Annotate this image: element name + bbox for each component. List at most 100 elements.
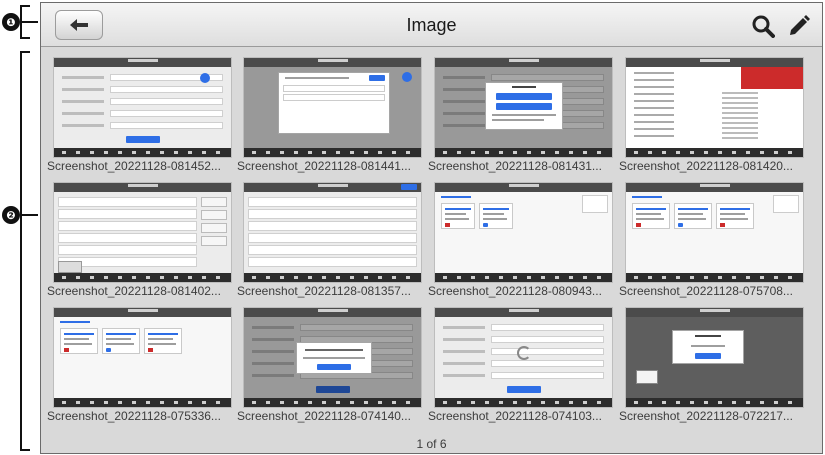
edit-button[interactable]: [785, 12, 813, 40]
preview-nav-bar: [54, 148, 231, 157]
gallery-item[interactable]: Screenshot_20221128-072217...: [619, 307, 815, 427]
preview-nav-bar: [435, 398, 612, 407]
preview-text-line: [636, 218, 664, 220]
preview-status-dot: [678, 223, 683, 227]
preview-button: [317, 364, 351, 370]
screenshot-thumbnail[interactable]: [53, 182, 232, 283]
preview-text-line: [636, 208, 666, 210]
screenshot-thumbnail[interactable]: [53, 57, 232, 158]
screenshot-thumbnail[interactable]: [625, 57, 804, 158]
preview-header-title: [699, 309, 730, 312]
preview-button: [496, 103, 552, 110]
preview-header: [244, 183, 421, 192]
preview-text-line: [722, 92, 758, 94]
preview-text-line: [634, 135, 674, 137]
preview-text-line: [634, 100, 674, 102]
screenshot-thumbnail[interactable]: [434, 182, 613, 283]
preview-header: [54, 308, 231, 317]
thumbnail-caption: Screenshot_20221128-075336...: [47, 409, 221, 423]
preview-text-line: [305, 349, 363, 351]
preview-text-line: [722, 122, 758, 124]
search-button[interactable]: [749, 12, 777, 40]
preview-row-label: [62, 100, 104, 103]
preview-text-line: [303, 357, 365, 359]
preview-form-row: [443, 372, 604, 379]
preview-text-line: [634, 86, 674, 88]
preview-card: [632, 203, 670, 229]
gallery-item[interactable]: Screenshot_20221128-074140...: [237, 307, 433, 427]
preview-row-field: [110, 122, 223, 129]
preview-header: [54, 58, 231, 67]
preview-text-line: [445, 218, 469, 220]
preview-header: [626, 308, 803, 317]
preview-text-line: [722, 137, 758, 139]
thumbnail-caption: Screenshot_20221128-081431...: [428, 159, 602, 173]
preview-text-line: [445, 213, 466, 215]
preview-form-row: [62, 74, 223, 81]
screenshot-thumbnail[interactable]: [243, 182, 422, 283]
preview-list-row: [283, 94, 385, 101]
gallery-item[interactable]: Screenshot_20221128-074103...: [428, 307, 624, 427]
preview-text-line: [106, 343, 134, 345]
screenshot-thumbnail[interactable]: [53, 307, 232, 408]
preview-row-label: [62, 88, 104, 91]
thumbnail-caption: Screenshot_20221128-081402...: [47, 284, 221, 298]
screenshot-thumbnail[interactable]: [625, 182, 804, 283]
preview-row-label: [443, 350, 485, 353]
gallery-item[interactable]: Screenshot_20221128-075336...: [47, 307, 243, 427]
preview-header-title: [127, 309, 158, 312]
gallery-item[interactable]: Screenshot_20221128-081441...: [237, 57, 433, 177]
gallery-item[interactable]: Screenshot_20221128-081420...: [619, 57, 815, 177]
preview-text-line: [634, 114, 674, 116]
preview-form-row: [62, 110, 223, 117]
preview-header: [626, 183, 803, 192]
preview-table-row: [248, 257, 417, 267]
preview-card: [479, 203, 513, 229]
preview-header-title: [127, 59, 158, 62]
preview-text-line: [722, 102, 758, 104]
preview-row-label: [443, 338, 485, 341]
preview-status-dot: [445, 223, 450, 227]
preview-text-line: [106, 333, 136, 335]
preview-row-field: [110, 98, 223, 105]
screenshot-thumbnail[interactable]: [243, 307, 422, 408]
preview-side-panel: [773, 195, 799, 213]
preview-button: [369, 75, 385, 81]
gallery-item[interactable]: Screenshot_20221128-081452...: [47, 57, 243, 177]
preview-text-line: [64, 338, 89, 340]
preview-table-row: [248, 245, 417, 255]
preview-text-line: [64, 343, 92, 345]
preview-table-row: [58, 233, 197, 243]
preview-button: [507, 386, 541, 393]
preview-text-line: [64, 333, 94, 335]
preview-text-line: [634, 79, 674, 81]
thumbnail-caption: Screenshot_20221128-080943...: [428, 284, 602, 298]
preview-row-field: [491, 372, 604, 379]
thumbnail-caption: Screenshot_20221128-074103...: [428, 409, 602, 423]
page-indicator: 1 of 6: [416, 437, 447, 451]
preview-header-title: [699, 184, 730, 187]
image-gallery-app: Image Screenshot_20221128-081452... Scree…: [40, 2, 823, 454]
screenshot-thumbnail[interactable]: [625, 307, 804, 408]
screenshot-thumbnail[interactable]: [243, 57, 422, 158]
gallery-item[interactable]: Screenshot_20221128-081431...: [428, 57, 624, 177]
gallery-item[interactable]: Screenshot_20221128-081402...: [47, 182, 243, 302]
thumbnail-caption: Screenshot_20221128-081441...: [237, 159, 411, 173]
preview-header: [435, 183, 612, 192]
gallery-item[interactable]: Screenshot_20221128-081357...: [237, 182, 433, 302]
preview-text-line: [634, 128, 674, 130]
preview-header: [435, 58, 612, 67]
preview-text-line: [720, 208, 750, 210]
preview-status-dot: [106, 348, 111, 352]
gallery-item[interactable]: Screenshot_20221128-075708...: [619, 182, 815, 302]
preview-header: [244, 308, 421, 317]
screenshot-thumbnail[interactable]: [434, 57, 613, 158]
preview-header-title: [317, 184, 348, 187]
preview-table-row: [58, 221, 197, 231]
gallery-item[interactable]: Screenshot_20221128-080943...: [428, 182, 624, 302]
preview-button: [695, 353, 721, 359]
preview-row-field: [110, 86, 223, 93]
screenshot-thumbnail[interactable]: [434, 307, 613, 408]
preview-card: [674, 203, 712, 229]
preview-text-line: [720, 218, 748, 220]
